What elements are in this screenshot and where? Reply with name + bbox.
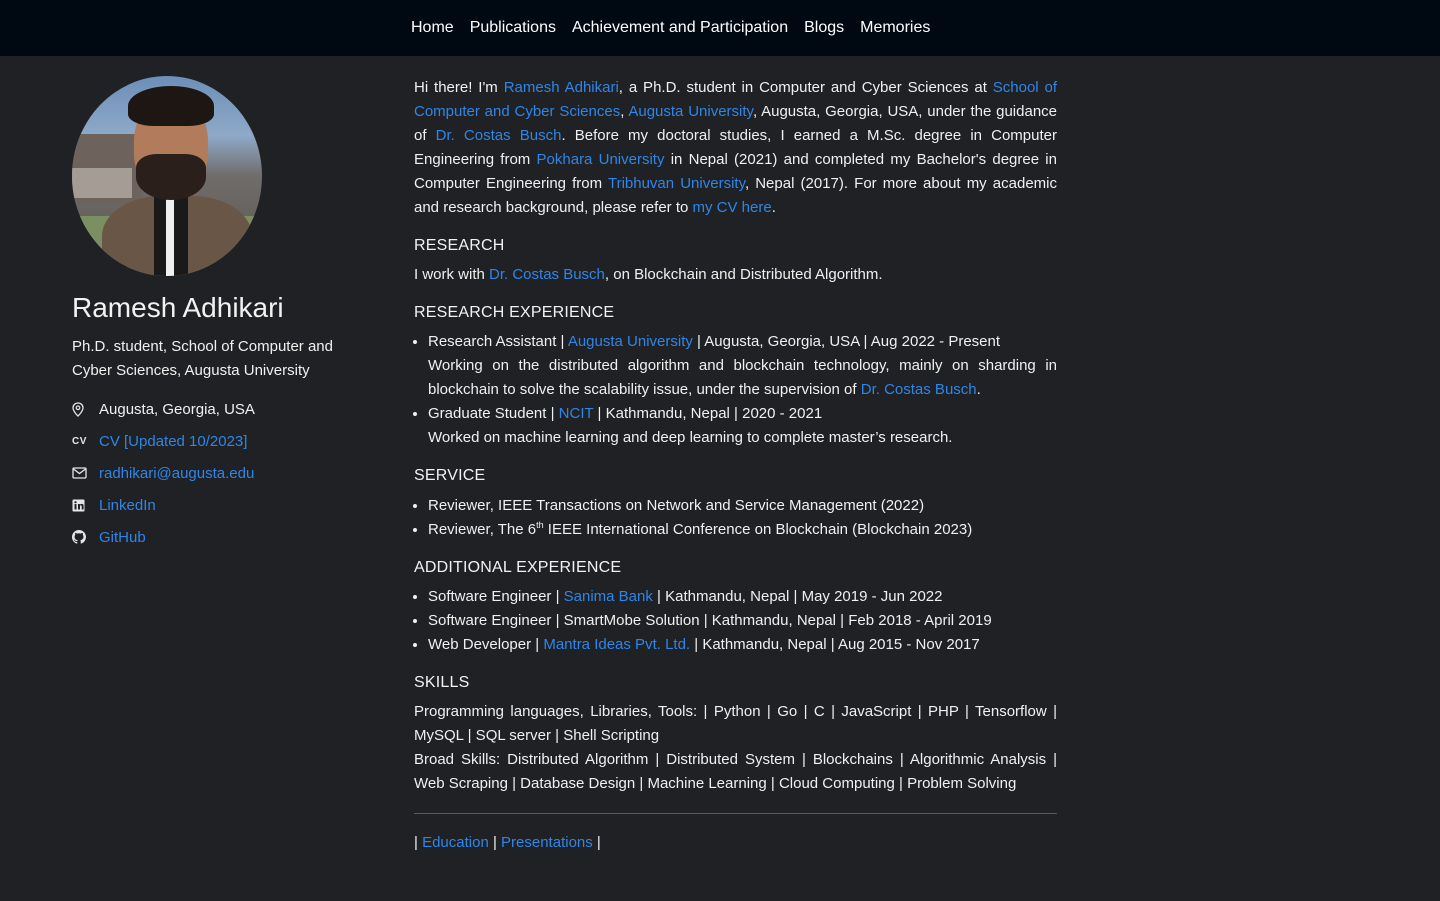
- name-link[interactable]: Ramesh Adhikari: [504, 79, 619, 96]
- contact-location: Augusta, Georgia, USA: [72, 393, 372, 425]
- profile-name: Ramesh Adhikari: [72, 292, 284, 323]
- sanima-bank-link[interactable]: Sanima Bank: [564, 588, 653, 605]
- list-item: Research Assistant | Augusta University …: [428, 330, 1057, 402]
- divider: [414, 813, 1057, 814]
- research-experience-heading: RESEARCH EXPERIENCE: [414, 304, 615, 321]
- university-link[interactable]: Augusta University: [628, 103, 753, 120]
- presentations-link[interactable]: Presentations: [501, 834, 593, 851]
- contact-email: radhikari@augusta.edu: [72, 457, 372, 489]
- broad-skills: Broad Skills: Distributed Algorithm | Di…: [414, 751, 1057, 792]
- intro-text: .: [771, 199, 776, 216]
- cv-here-link[interactable]: my CV here: [693, 199, 772, 216]
- contact-list: Augusta, Georgia, USA CV CV [Updated 10/…: [72, 393, 372, 553]
- role-details: | Kathmandu, Nepal | May 2019 - Jun 2022: [652, 588, 943, 605]
- avatar-building-base: [72, 168, 132, 198]
- mantra-ideas-link[interactable]: Mantra Ideas Pvt. Ltd.: [543, 636, 690, 653]
- separator: |: [488, 834, 502, 851]
- service-text: Reviewer, The 6: [428, 521, 537, 538]
- role-details: | Augusta, Georgia, USA | Aug 2022 - Pre…: [692, 333, 1001, 350]
- profile-sidebar: Ramesh Adhikari Ph.D. student, School of…: [72, 76, 372, 553]
- intro-text: , a Ph.D. student in Computer and Cyber …: [618, 79, 993, 96]
- additional-experience-list: Software Engineer | Sanima Bank | Kathma…: [414, 585, 1057, 657]
- role-details: | Kathmandu, Nepal | Aug 2015 - Nov 2017: [690, 636, 980, 653]
- pokhara-link[interactable]: Pokhara University: [537, 151, 665, 168]
- service-heading: SERVICE: [414, 467, 486, 484]
- nav-memories[interactable]: Memories: [852, 0, 938, 56]
- footer-links: | Education | Presentations |: [414, 831, 1057, 855]
- role-description: Working on the distributed algorithm and…: [428, 354, 1057, 402]
- role-description: Worked on machine learning and deep lear…: [428, 429, 953, 446]
- location-text: Augusta, Georgia, USA: [99, 400, 255, 418]
- avatar-lanyard: [166, 194, 174, 276]
- cv-icon: CV: [72, 435, 87, 447]
- contact-github: GitHub: [72, 521, 372, 553]
- research-experience-list: Research Assistant | Augusta University …: [414, 330, 1057, 450]
- linkedin-icon: [72, 499, 99, 512]
- email-link[interactable]: radhikari@augusta.edu: [99, 465, 254, 482]
- location-pin-icon: [72, 401, 99, 417]
- contact-linkedin: LinkedIn: [72, 489, 372, 521]
- linkedin-link[interactable]: LinkedIn: [99, 497, 156, 514]
- role-text: Graduate Student |: [428, 405, 559, 422]
- separator: |: [592, 834, 601, 851]
- role-text: Software Engineer |: [428, 588, 564, 605]
- github-icon: [72, 530, 99, 544]
- service-text: IEEE International Conference on Blockch…: [543, 521, 973, 538]
- nav-achievement[interactable]: Achievement and Participation: [564, 0, 796, 56]
- main-content: Hi there! I'm Ramesh Adhikari, a Ph.D. s…: [414, 76, 1057, 855]
- service-list: Reviewer, IEEE Transactions on Network a…: [414, 494, 1057, 542]
- research-heading: RESEARCH: [414, 237, 505, 254]
- list-item: Web Developer | Mantra Ideas Pvt. Ltd. |…: [428, 633, 1057, 657]
- avatar-hair: [128, 86, 214, 126]
- avatar: [72, 76, 262, 276]
- additional-experience-heading: ADDITIONAL EXPERIENCE: [414, 559, 622, 576]
- programming-skills: Programming languages, Libraries, Tools:…: [414, 703, 1057, 744]
- envelope-icon: [72, 467, 99, 479]
- augusta-university-link[interactable]: Augusta University: [568, 333, 693, 350]
- list-item: Reviewer, The 6th IEEE International Con…: [428, 518, 1057, 542]
- description-text: .: [976, 381, 981, 398]
- nav-blogs[interactable]: Blogs: [796, 0, 852, 56]
- education-link[interactable]: Education: [422, 834, 489, 851]
- list-item: Software Engineer | Sanima Bank | Kathma…: [428, 585, 1057, 609]
- list-item: Graduate Student | NCIT | Kathmandu, Nep…: [428, 402, 1057, 450]
- research-text: , on Blockchain and Distributed Algorith…: [604, 266, 883, 283]
- research-paragraph: I work with Dr. Costas Busch, on Blockch…: [414, 263, 1057, 287]
- ordinal-suffix: th: [536, 520, 544, 530]
- github-link[interactable]: GitHub: [99, 529, 146, 546]
- advisor-link[interactable]: Dr. Costas Busch: [436, 127, 562, 144]
- nav-links: Home Publications Achievement and Partic…: [403, 0, 938, 56]
- skills-heading: SKILLS: [414, 674, 470, 691]
- avatar-beard: [136, 154, 206, 200]
- contact-cv: CV CV [Updated 10/2023]: [72, 425, 372, 457]
- separator: |: [414, 834, 423, 851]
- ncit-link[interactable]: NCIT: [559, 405, 594, 422]
- cv-link[interactable]: CV [Updated 10/2023]: [99, 433, 247, 450]
- role-details: | Kathmandu, Nepal | 2020 - 2021: [593, 405, 823, 422]
- role-text: Web Developer |: [428, 636, 544, 653]
- role-text: Research Assistant |: [428, 333, 568, 350]
- nav-home[interactable]: Home: [403, 0, 462, 56]
- list-item: Reviewer, IEEE Transactions on Network a…: [428, 494, 1057, 518]
- intro-text: Hi there! I'm: [414, 79, 504, 96]
- intro-paragraph: Hi there! I'm Ramesh Adhikari, a Ph.D. s…: [414, 76, 1057, 220]
- research-advisor-link[interactable]: Dr. Costas Busch: [489, 266, 605, 283]
- top-navbar: Home Publications Achievement and Partic…: [0, 0, 1440, 56]
- supervisor-link[interactable]: Dr. Costas Busch: [861, 381, 977, 398]
- tribhuvan-link[interactable]: Tribhuvan University: [608, 175, 745, 192]
- nav-publications[interactable]: Publications: [462, 0, 564, 56]
- research-text: I work with: [414, 266, 490, 283]
- list-item: Software Engineer | SmartMobe Solution |…: [428, 609, 1057, 633]
- profile-title: Ph.D. student, School of Computer and Cy…: [72, 338, 333, 379]
